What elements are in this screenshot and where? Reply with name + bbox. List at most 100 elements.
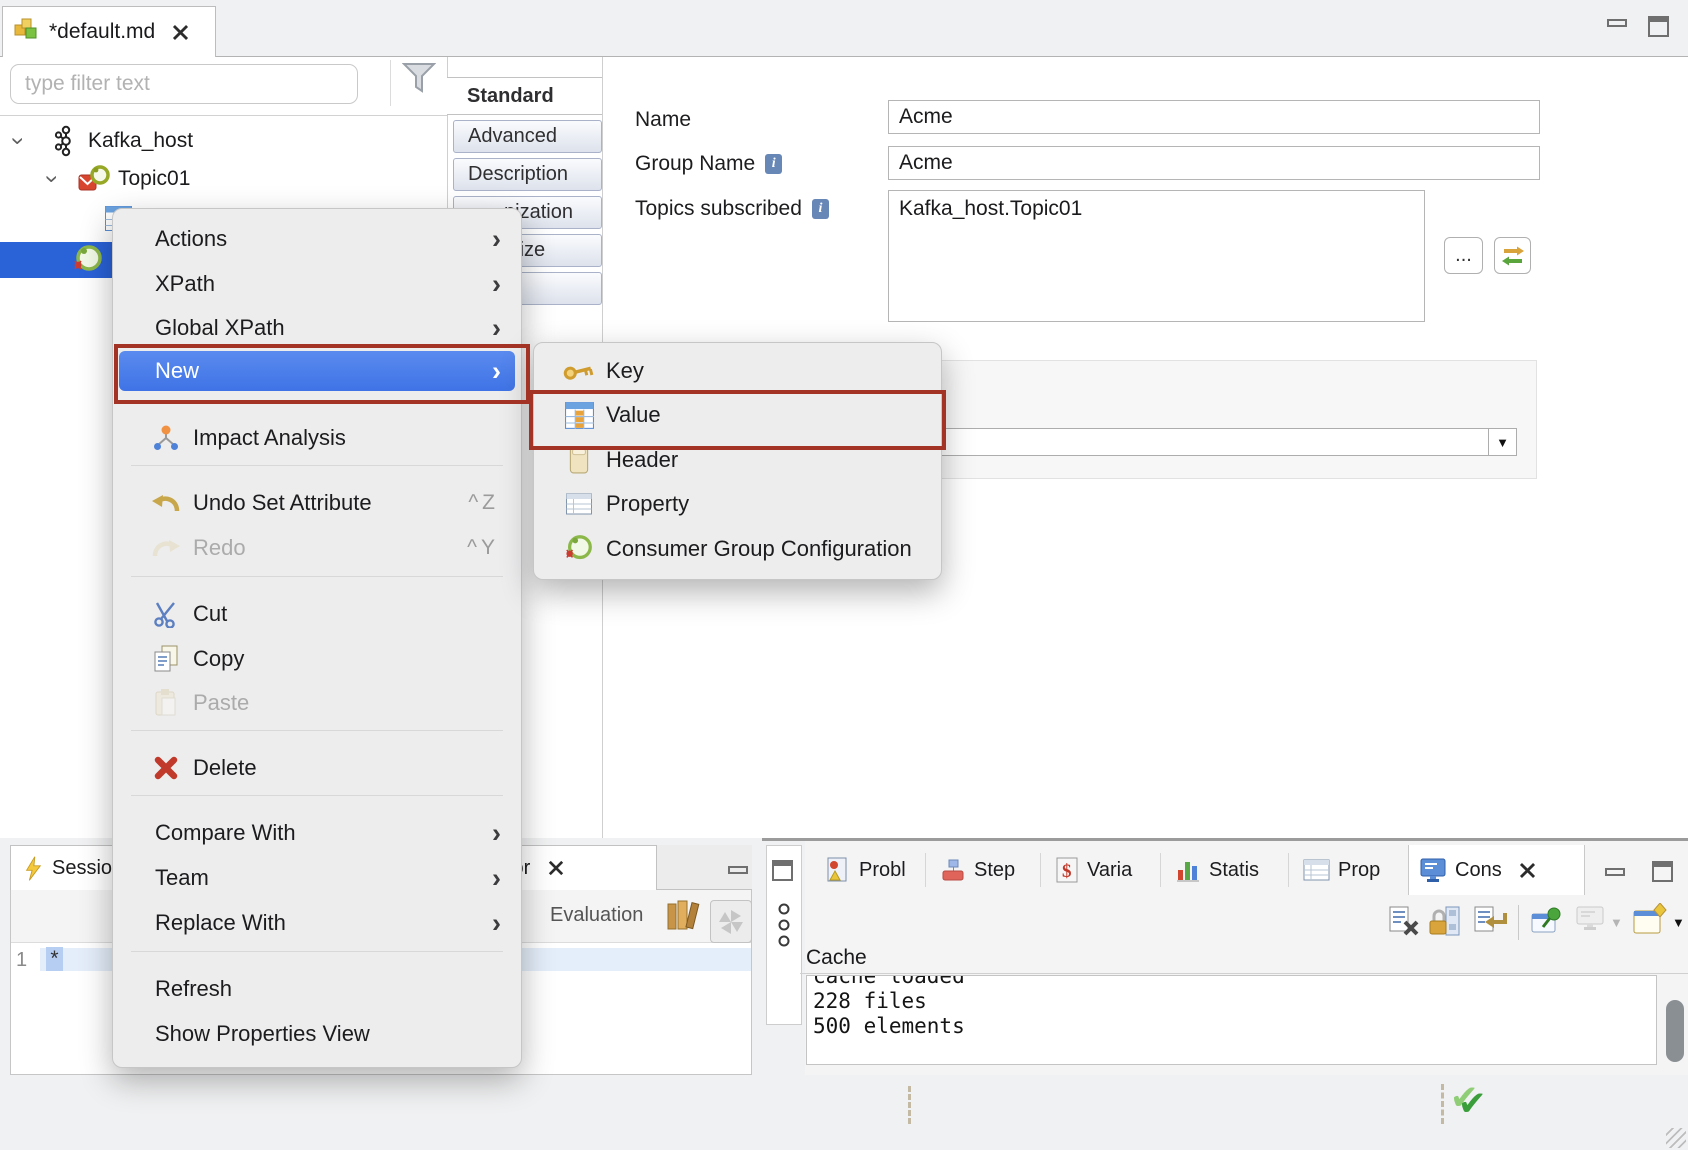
menu-item-label: XPath — [155, 271, 215, 297]
tab-session[interactable]: Sessio — [10, 845, 120, 890]
minimize-icon[interactable] — [1605, 868, 1625, 876]
submenu-arrow-icon: › — [492, 224, 501, 255]
tab-statistics[interactable]: Statis — [1165, 845, 1269, 895]
close-icon[interactable] — [1518, 861, 1537, 880]
pinwheel-icon — [717, 908, 745, 936]
dropdown-arrow-icon[interactable]: ▼ — [1672, 915, 1685, 930]
tab-standard[interactable]: Standard — [447, 77, 602, 115]
tree-item-kafka-host[interactable]: › Kafka_host — [0, 122, 447, 159]
lightning-icon — [23, 855, 43, 882]
tab-label: Varia — [1087, 859, 1132, 882]
pin-console-icon[interactable] — [1530, 905, 1564, 942]
scroll-lock-icon[interactable] — [1428, 905, 1462, 942]
menu-item-impact-analysis[interactable]: Impact Analysis — [119, 418, 515, 458]
menu-item-cut[interactable]: Cut — [119, 594, 515, 634]
tab-separator — [1288, 853, 1289, 887]
tab-problems[interactable]: Probl — [815, 845, 916, 895]
chevron-down-icon[interactable]: › — [42, 169, 62, 189]
filter-input[interactable] — [10, 64, 358, 104]
tab-step[interactable]: Step — [930, 845, 1025, 895]
word-wrap-icon[interactable] — [1473, 905, 1509, 942]
submenu-item-property[interactable]: Property — [540, 484, 935, 524]
tab-separator — [925, 853, 926, 887]
console-line: 500 elements — [813, 1014, 1656, 1039]
menu-item-label: Replace With — [155, 910, 286, 936]
topic-icon — [78, 164, 110, 194]
filter-funnel-icon[interactable] — [402, 60, 436, 103]
properties-icon — [1303, 859, 1330, 881]
tab-description[interactable]: Description — [453, 158, 602, 191]
menu-item-replace-with[interactable]: Replace With › — [119, 903, 515, 943]
editor-caret-text[interactable]: * — [46, 947, 63, 971]
tab-properties[interactable]: Prop — [1293, 845, 1390, 895]
consumer-group-icon — [72, 244, 104, 276]
tab-label: Probl — [859, 859, 906, 882]
key-icon — [562, 355, 596, 387]
minimize-icon[interactable] — [1607, 19, 1627, 27]
tab-advanced[interactable]: Advanced — [453, 120, 602, 153]
minimize-icon[interactable] — [728, 866, 748, 874]
submenu-arrow-icon: › — [492, 269, 501, 300]
name-field[interactable] — [888, 100, 1540, 134]
tab-label: Advanced — [468, 125, 557, 148]
menu-separator — [131, 576, 503, 577]
browse-button[interactable]: ... — [1444, 237, 1483, 274]
close-icon[interactable] — [171, 23, 190, 42]
submenu-item-consumer-group-configuration[interactable]: Consumer Group Configuration — [540, 529, 935, 569]
scrollbar-thumb[interactable] — [1666, 1000, 1684, 1062]
statusbar-drag-handle[interactable] — [1441, 1084, 1444, 1124]
window-resize-grip[interactable] — [1666, 1128, 1686, 1148]
editor-tab-title: *default.md — [49, 20, 155, 44]
menu-item-show-properties-view[interactable]: Show Properties View — [119, 1014, 515, 1054]
submenu-item-key[interactable]: Key — [540, 351, 935, 391]
menu-item-actions[interactable]: Actions › — [119, 219, 515, 259]
model-file-icon — [13, 16, 39, 48]
menu-separator — [131, 795, 503, 796]
view-menu-dots-icon[interactable] — [776, 903, 792, 954]
menu-item-delete[interactable]: Delete — [119, 748, 515, 788]
menu-item-team[interactable]: Team › — [119, 858, 515, 898]
menu-item-global-xpath[interactable]: Global XPath › — [119, 308, 515, 348]
menu-item-refresh[interactable]: Refresh — [119, 969, 515, 1009]
statusbar-drag-handle[interactable] — [908, 1086, 911, 1124]
clear-console-icon[interactable] — [1388, 905, 1420, 942]
console-output[interactable]: cache loaded 228 files 500 elements — [806, 975, 1657, 1065]
open-console-icon[interactable] — [1632, 903, 1668, 942]
menu-item-xpath[interactable]: XPath › — [119, 264, 515, 304]
editor-tab-default-md[interactable]: *default.md — [2, 6, 216, 57]
tab-variables[interactable]: $ Varia — [1045, 845, 1142, 895]
books-icon[interactable] — [664, 896, 706, 937]
display-console-icon — [1574, 905, 1606, 940]
menu-item-undo[interactable]: Undo Set Attribute ^Z — [119, 483, 515, 523]
group-name-field[interactable] — [888, 146, 1540, 180]
chevron-down-icon[interactable]: › — [8, 131, 28, 151]
annotation-box-new — [114, 344, 530, 404]
tab-label: Step — [974, 859, 1015, 882]
menu-item-copy[interactable]: Copy — [119, 639, 515, 679]
menu-item-label: Header — [606, 447, 678, 473]
pinwheel-button[interactable] — [710, 900, 752, 943]
menu-item-compare-with[interactable]: Compare With › — [119, 813, 515, 853]
tree-item-topic01[interactable]: › Topic01 — [0, 160, 447, 197]
topics-subscribed-field[interactable]: Kafka_host.Topic01 — [888, 190, 1425, 322]
menu-item-label: Key — [606, 358, 644, 384]
submenu-arrow-icon: › — [492, 818, 501, 849]
maximize-icon[interactable] — [1648, 16, 1669, 37]
svg-text:$: $ — [1062, 861, 1072, 882]
close-icon[interactable] — [547, 859, 565, 877]
restore-icon[interactable] — [772, 860, 793, 881]
property-grid-icon — [562, 488, 596, 520]
tab-label: Cons — [1455, 859, 1502, 882]
maximize-icon[interactable] — [1652, 861, 1673, 882]
combo-arrow-icon[interactable]: ▼ — [1488, 429, 1516, 455]
console-line: 228 files — [813, 989, 1656, 1014]
menu-separator — [131, 951, 503, 952]
submenu-arrow-icon: › — [492, 908, 501, 939]
swap-topics-button[interactable] — [1494, 237, 1531, 274]
delete-icon — [149, 752, 183, 784]
copy-icon — [149, 643, 183, 675]
console-title: Cache — [806, 946, 867, 970]
tab-console[interactable]: Cons — [1408, 845, 1585, 895]
application-window: *default.md › Kafka_host › Topic01 value — [0, 0, 1688, 1150]
console-line: cache loaded — [813, 975, 1656, 989]
